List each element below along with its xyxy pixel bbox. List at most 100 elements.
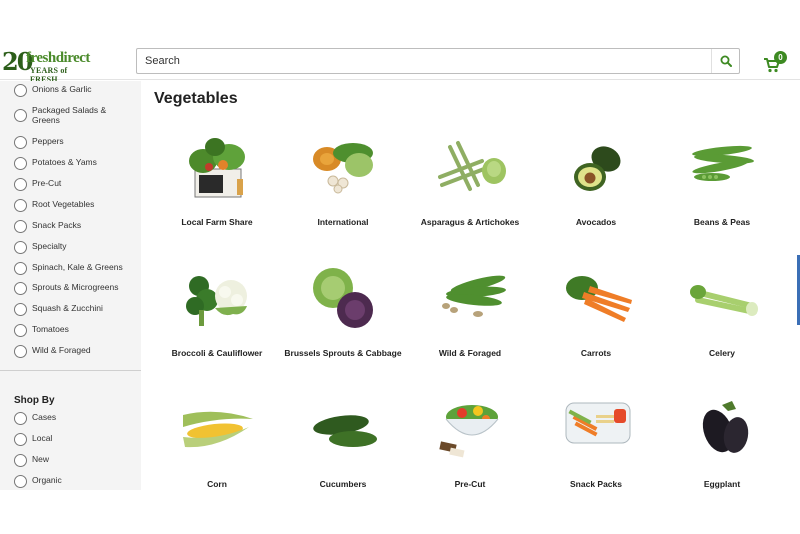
logo-brand: freshdirect <box>26 50 90 66</box>
international-vegetables-icon <box>313 143 373 194</box>
category-label: Wild & Foraged <box>438 348 502 358</box>
shop-by-organic[interactable]: Organic <box>14 475 122 490</box>
filter-tomatoes[interactable]: Tomatoes <box>14 324 122 342</box>
category-tile-pre-cut[interactable]: Pre-Cut <box>407 387 533 490</box>
radio-button[interactable] <box>14 345 27 358</box>
filter-spinach-kale-greens[interactable]: Spinach, Kale & Greens <box>14 262 132 280</box>
filter-label: Cases <box>32 412 57 422</box>
cart-button[interactable]: 0 <box>763 50 793 74</box>
radio-button[interactable] <box>14 454 27 467</box>
category-tile-local-farm-share[interactable]: Local Farm Share <box>154 125 280 243</box>
shop-by-new[interactable]: New <box>14 454 122 472</box>
category-tile-beans-peas[interactable]: Beans & Peas <box>659 125 785 243</box>
radio-button[interactable] <box>14 262 27 275</box>
farm-share-box-icon <box>189 138 245 198</box>
filter-snack-packs[interactable]: Snack Packs <box>14 220 122 238</box>
category-tile-avocados[interactable]: Avocados <box>533 125 659 243</box>
shop-by-heading: Shop By <box>14 395 55 406</box>
filter-label: Specialty <box>32 241 67 251</box>
filter-root-vegetables[interactable]: Root Vegetables <box>14 199 122 217</box>
salad-bowl-icon <box>439 405 499 458</box>
filter-label: Sprouts & Microgreens <box>32 282 119 292</box>
filter-potatoes-yams[interactable]: Potatoes & Yams <box>14 157 122 175</box>
corn-icon <box>183 411 253 448</box>
filter-label: Squash & Zucchini <box>32 303 103 313</box>
filter-label: Peppers <box>32 136 64 146</box>
filter-specialty[interactable]: Specialty <box>14 241 122 259</box>
category-label: Local Farm Share <box>181 217 253 227</box>
filter-label: Tomatoes <box>32 324 69 334</box>
category-tile-cucumbers[interactable]: Cucumbers <box>280 387 406 490</box>
cabbage-icon <box>313 268 373 328</box>
category-label: Corn <box>207 479 227 489</box>
category-label: Carrots <box>580 348 612 358</box>
category-tile-wild-foraged[interactable]: Wild & Foraged <box>407 256 533 374</box>
category-label: Avocados <box>575 217 617 227</box>
radio-button[interactable] <box>14 84 27 97</box>
category-tile-international[interactable]: International <box>280 125 406 243</box>
radio-button[interactable] <box>14 220 27 233</box>
radio-button[interactable] <box>14 136 27 149</box>
category-tile-eggplant[interactable]: Eggplant <box>659 387 785 490</box>
radio-button[interactable] <box>14 303 27 316</box>
eggplant-icon <box>702 401 749 453</box>
filter-label: New <box>32 454 50 464</box>
broccoli-icon <box>186 276 247 326</box>
radio-button[interactable] <box>14 475 27 488</box>
radio-button[interactable] <box>14 178 27 191</box>
radio-button[interactable] <box>14 412 27 425</box>
freshdirect-logo[interactable]: 20 freshdirect YEARS of FRESH <box>2 48 96 85</box>
filter-sprouts-microgreens[interactable]: Sprouts & Microgreens <box>14 282 132 300</box>
filter-wild-foraged[interactable]: Wild & Foraged <box>14 345 122 363</box>
radio-button[interactable] <box>14 157 27 170</box>
snack-pack-icon <box>565 402 631 444</box>
filter-label: Root Vegetables <box>32 199 95 209</box>
search-button[interactable] <box>711 49 739 73</box>
browser-viewport: 20 freshdirect YEARS of FRESH 0 <box>0 42 800 490</box>
filter-peppers[interactable]: Peppers <box>14 136 122 154</box>
cart-count-badge: 0 <box>774 51 787 64</box>
shop-by-local[interactable]: Local <box>14 433 122 451</box>
category-tile-celery[interactable]: Celery <box>659 256 785 374</box>
filter-label: Packaged Salads & Greens <box>32 105 107 125</box>
search-input[interactable] <box>145 49 705 73</box>
search-icon <box>720 55 732 67</box>
site-header: 20 freshdirect YEARS of FRESH 0 <box>0 42 800 85</box>
filter-packaged-salads-greens[interactable]: Packaged Salads & Greens <box>14 105 116 125</box>
asparagus-icon <box>438 141 506 191</box>
filter-label: Pre-Cut <box>32 178 62 188</box>
category-label: International <box>317 217 369 227</box>
category-label: Eggplant <box>703 479 741 489</box>
filter-pre-cut[interactable]: Pre-Cut <box>14 178 122 196</box>
radio-button[interactable] <box>14 282 27 295</box>
category-tile-snack-packs[interactable]: Snack Packs <box>533 387 659 490</box>
filter-label: Potatoes & Yams <box>32 157 97 167</box>
radio-button[interactable] <box>14 109 27 122</box>
radio-button[interactable] <box>14 324 27 337</box>
category-label: Celery <box>709 348 735 358</box>
category-grid-area: Vegetables Local Farm Share Internationa… <box>141 81 800 490</box>
category-tile-corn[interactable]: Corn <box>154 387 280 490</box>
ramps-icon <box>442 275 506 317</box>
shop-by-cases[interactable]: Cases <box>14 412 122 430</box>
category-label: Asparagus & Artichokes <box>420 217 520 227</box>
filter-label: Local <box>32 433 53 443</box>
filter-label: Wild & Foraged <box>32 345 91 355</box>
radio-button[interactable] <box>14 199 27 212</box>
filter-squash-zucchini[interactable]: Squash & Zucchini <box>14 303 122 321</box>
search-bar <box>136 48 740 74</box>
radio-button[interactable] <box>14 433 27 446</box>
filter-label: Snack Packs <box>32 220 82 230</box>
filter-sidebar: Onions & Garlic Packaged Salads & Greens… <box>0 81 141 490</box>
category-label: Pre-Cut <box>454 479 486 489</box>
category-tile-asparagus-artichokes[interactable]: Asparagus & Artichokes <box>407 125 533 243</box>
page-title: Vegetables <box>154 90 238 107</box>
avocado-icon <box>574 146 621 191</box>
category-tile-brussels-sprouts-cabbage[interactable]: Brussels Sprouts & Cabbage <box>280 256 406 374</box>
category-tile-broccoli-cauliflower[interactable]: Broccoli & Cauliflower <box>154 256 280 374</box>
category-tile-carrots[interactable]: Carrots <box>533 256 659 374</box>
radio-button[interactable] <box>14 241 27 254</box>
pea-pods-icon <box>692 145 754 181</box>
filter-onions-garlic[interactable]: Onions & Garlic <box>14 84 122 102</box>
category-label: Beans & Peas <box>693 217 751 227</box>
